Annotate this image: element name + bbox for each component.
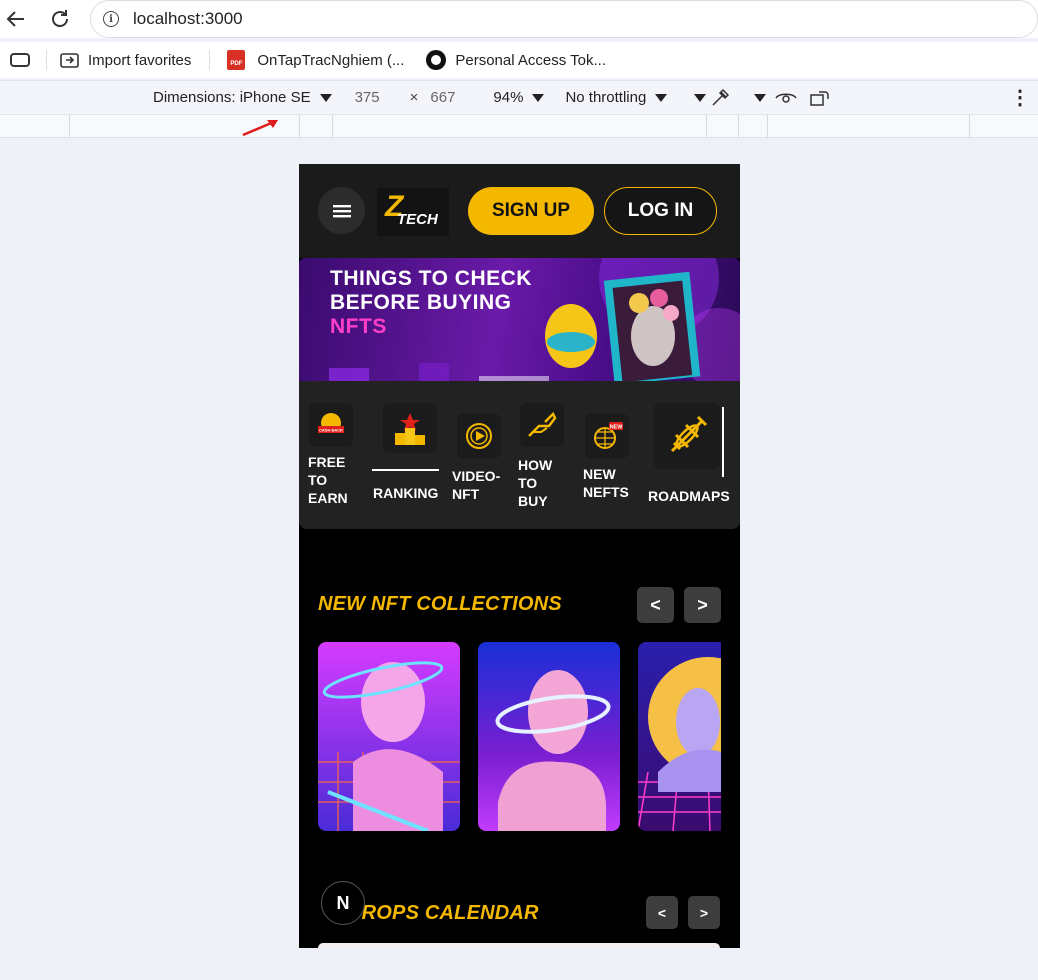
airplane-icon[interactable] xyxy=(654,403,720,469)
active-tab-indicator xyxy=(372,469,439,471)
divider xyxy=(209,50,211,70)
category-free-to-earn[interactable]: FREE TO EARN xyxy=(308,453,358,507)
collections-prev-button[interactable]: < xyxy=(637,587,674,623)
favorite-label: OnTapTracNghiem (... xyxy=(257,51,405,69)
media-query-ruler xyxy=(0,114,1038,138)
site-info-icon[interactable]: i xyxy=(103,11,119,27)
svg-text:CASH BACK: CASH BACK xyxy=(319,428,343,433)
favorites-bar: Import favorites PDF OnTapTracNghiem (..… xyxy=(0,42,1038,78)
url-text: localhost:3000 xyxy=(133,9,243,28)
drops-card-top[interactable] xyxy=(318,943,720,948)
chevron-down-icon[interactable] xyxy=(319,93,332,102)
dev-indicator-button[interactable]: N xyxy=(321,881,365,925)
tab-actions-icon[interactable] xyxy=(10,53,30,67)
category-bar: CASH BACK FREE TO EARN RANKING VIDEO-NFT xyxy=(299,381,740,529)
favorite-ontap[interactable]: PDF OnTapTracNghiem (... xyxy=(227,50,404,70)
eye-icon[interactable] xyxy=(775,90,797,106)
site-header: Z TECH SIGN UP LOG IN xyxy=(299,164,740,258)
nft-card[interactable] xyxy=(478,642,620,831)
section-title-new-collections: NEW NFT COLLECTIONS xyxy=(318,593,562,615)
drops-prev-button[interactable]: < xyxy=(646,896,678,929)
chevron-down-icon[interactable] xyxy=(532,93,545,102)
times-icon: × xyxy=(409,89,419,106)
zoom-select[interactable]: 94% xyxy=(493,89,523,106)
banner-line-3: NFTS xyxy=(330,315,387,338)
banner-line-1: THINGS TO CHECK xyxy=(330,267,532,290)
promo-banner[interactable]: THINGS TO CHECK BEFORE BUYING NFTS xyxy=(299,258,740,381)
favorite-import[interactable]: Import favorites xyxy=(60,51,191,69)
nft-image-icon xyxy=(638,642,721,831)
category-new-nefts[interactable]: NEW NEFTS xyxy=(583,465,637,501)
import-icon xyxy=(60,53,79,68)
rotate-icon[interactable] xyxy=(809,89,831,107)
nft-image-icon xyxy=(478,642,620,831)
favorite-label: Import favorites xyxy=(88,51,192,69)
back-icon[interactable] xyxy=(2,5,30,33)
section-title-drops-calendar: DROPS CALENDAR xyxy=(347,902,539,924)
category-ranking[interactable]: RANKING xyxy=(373,484,438,502)
address-bar[interactable]: i localhost:3000 xyxy=(90,0,1038,38)
device-viewport: Z TECH SIGN UP LOG IN THINGS TO CHECK BE… xyxy=(299,164,740,948)
collections-next-button[interactable]: > xyxy=(684,587,721,623)
hand-coin-icon[interactable] xyxy=(520,403,564,447)
reload-icon[interactable] xyxy=(46,5,74,33)
site-logo[interactable]: Z TECH xyxy=(377,188,449,236)
drops-next-button[interactable]: > xyxy=(688,896,720,929)
menu-button[interactable] xyxy=(318,187,365,234)
device-dimensions-select[interactable]: Dimensions: iPhone SE xyxy=(153,89,311,106)
svg-text:NEW: NEW xyxy=(610,424,624,430)
log-in-button[interactable]: LOG IN xyxy=(604,187,717,235)
hamburger-icon xyxy=(332,204,351,217)
chevron-down-icon[interactable] xyxy=(655,93,668,102)
color-picker-icon[interactable] xyxy=(710,88,730,108)
cashback-icon[interactable]: CASH BACK xyxy=(309,403,353,447)
annotation-arrow-icon xyxy=(242,119,278,137)
browser-toolbar: i localhost:3000 xyxy=(0,0,1038,38)
favorite-label: Personal Access Tok... xyxy=(455,51,607,69)
category-how-to-buy[interactable]: HOW TO BUY xyxy=(518,456,558,510)
scroll-indicator xyxy=(722,407,724,477)
pdf-icon: PDF xyxy=(227,50,246,70)
category-roadmaps[interactable]: ROADMAPS xyxy=(648,487,730,505)
category-video-nft[interactable]: VIDEO-NFT xyxy=(452,467,508,503)
banner-line-2: BEFORE BUYING xyxy=(330,291,512,314)
chevron-down-icon[interactable] xyxy=(754,93,767,102)
throttling-select[interactable]: No throttling xyxy=(565,89,646,106)
globe-new-icon[interactable]: NEW xyxy=(585,414,629,458)
github-icon xyxy=(426,50,447,70)
logo-text: TECH xyxy=(397,211,438,228)
more-options-icon[interactable]: ⋮ xyxy=(1010,85,1030,110)
favorite-github[interactable]: Personal Access Tok... xyxy=(426,50,606,70)
device-toolbar: Dimensions: iPhone SE 375 × 667 94% No t… xyxy=(0,80,1038,114)
video-play-icon[interactable] xyxy=(457,414,501,458)
nft-image-icon xyxy=(318,642,460,831)
nft-card[interactable] xyxy=(638,642,721,831)
sign-up-button[interactable]: SIGN UP xyxy=(468,187,594,235)
width-input[interactable]: 375 xyxy=(355,89,380,106)
ranking-icon[interactable] xyxy=(383,403,437,453)
divider xyxy=(46,50,47,70)
chevron-down-icon[interactable] xyxy=(694,93,707,102)
nft-card[interactable] xyxy=(318,642,460,831)
height-input[interactable]: 667 xyxy=(430,89,455,106)
